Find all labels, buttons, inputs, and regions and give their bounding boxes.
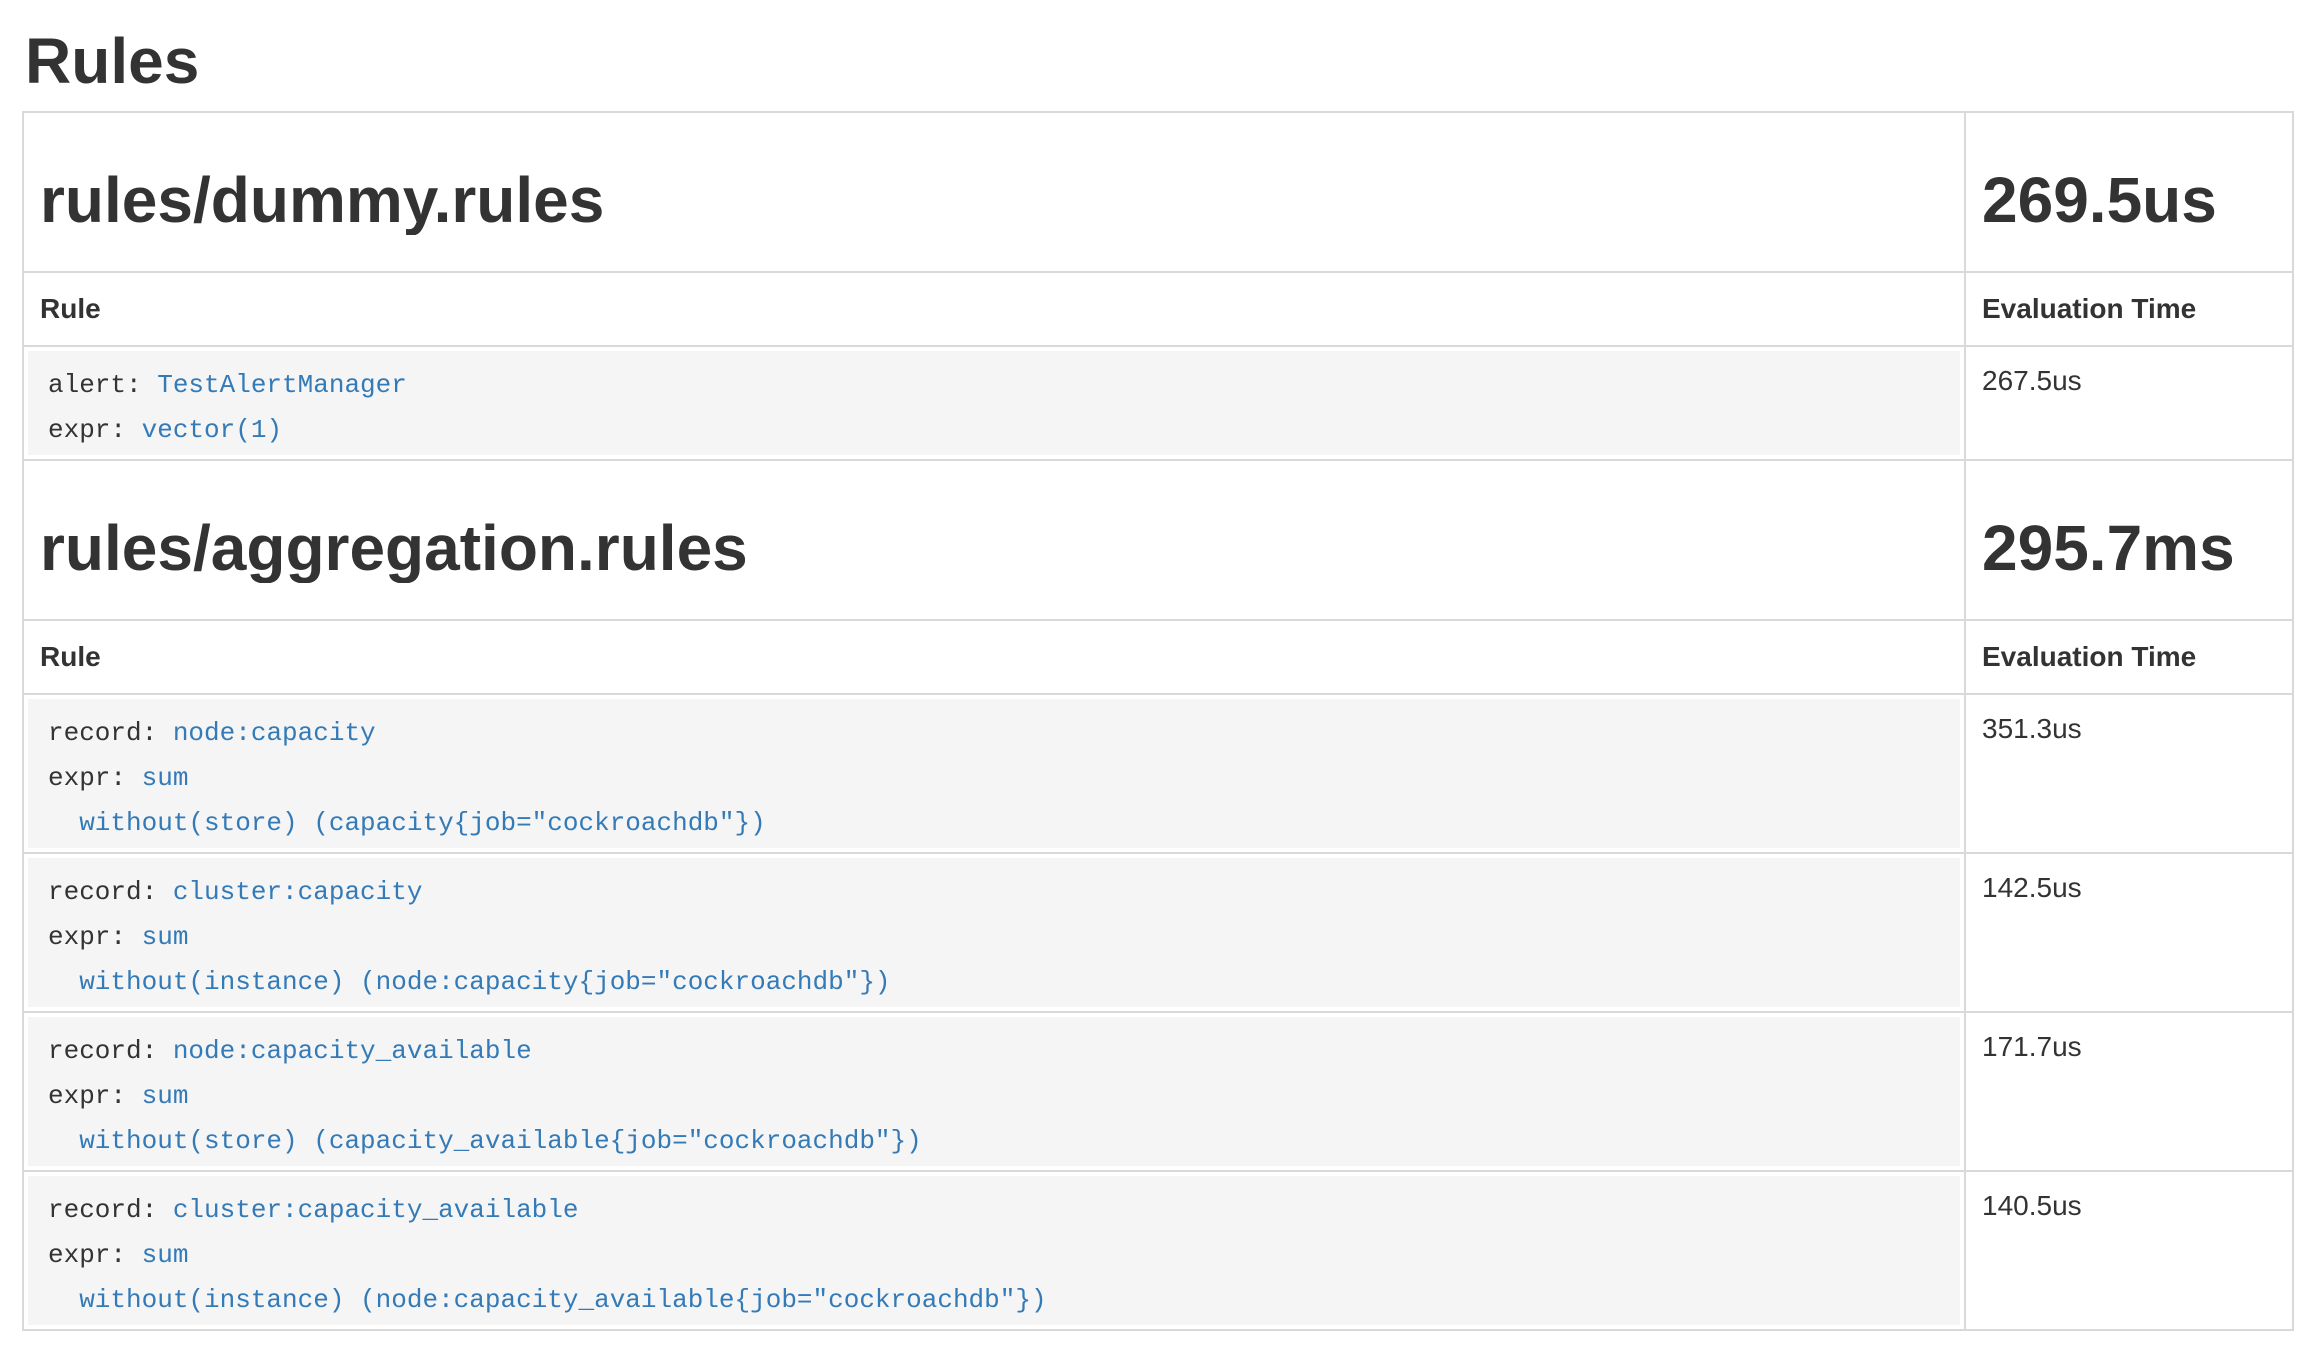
rule-link[interactable]: sum without(store) (capacity_available{j… [48, 1081, 922, 1156]
rule-keyword: record: [48, 877, 173, 907]
rule-link[interactable]: cluster:capacity [173, 877, 423, 907]
rule-link[interactable]: sum without(instance) (node:capacity{job… [48, 922, 891, 997]
evaluation-time-column-header-cell: Evaluation Time [1965, 620, 2293, 694]
rule-keyword: expr: [48, 1081, 142, 1111]
rule-keyword: expr: [48, 415, 142, 445]
group-name-cell: rules/dummy.rules [23, 112, 1965, 272]
rule-link[interactable]: vector(1) [142, 415, 282, 445]
rule-eval-time: 171.7us [1965, 1012, 2293, 1171]
rule-link[interactable]: sum without(store) (capacity{job="cockro… [48, 763, 766, 838]
rule-keyword: expr: [48, 763, 142, 793]
group-eval-time-heading: 295.7ms [1982, 513, 2276, 583]
page-title: Rules [25, 26, 2294, 96]
rule-keyword: expr: [48, 922, 142, 952]
rule-row: record: node:capacity expr: sum without(… [23, 694, 2293, 853]
rule-code: record: node:capacity_available expr: su… [28, 1017, 1960, 1166]
rule-cell: record: node:capacity_available expr: su… [23, 1012, 1965, 1171]
rules-table: rules/dummy.rules 269.5us Rule Evaluatio… [22, 111, 2294, 1331]
rule-cell: record: cluster:capacity expr: sum witho… [23, 853, 1965, 1012]
rule-link[interactable]: node:capacity_available [173, 1036, 532, 1066]
rule-row: record: cluster:capacity_available expr:… [23, 1171, 2293, 1330]
rule-column-header-cell: Rule [23, 272, 1965, 346]
rule-code: alert: TestAlertManager expr: vector(1) [28, 351, 1960, 455]
rule-cell: record: node:capacity expr: sum without(… [23, 694, 1965, 853]
rule-row: record: node:capacity_available expr: su… [23, 1012, 2293, 1171]
group-header-row: rules/dummy.rules 269.5us [23, 112, 2293, 272]
rule-row: record: cluster:capacity expr: sum witho… [23, 853, 2293, 1012]
rule-link[interactable]: sum without(instance) (node:capacity_ava… [48, 1240, 1047, 1315]
group-eval-time-heading: 269.5us [1982, 165, 2276, 235]
rule-keyword: expr: [48, 1240, 142, 1270]
rule-cell: alert: TestAlertManager expr: vector(1) [23, 346, 1965, 460]
rule-keyword: record: [48, 1195, 173, 1225]
rule-eval-time: 351.3us [1965, 694, 2293, 853]
rule-keyword: record: [48, 718, 173, 748]
group-name-cell: rules/aggregation.rules [23, 460, 1965, 620]
evaluation-time-column-header: Evaluation Time [1982, 641, 2196, 672]
columns-header-row: Rule Evaluation Time [23, 620, 2293, 694]
group-file-heading: rules/dummy.rules [40, 165, 1948, 235]
rules-page: Rules rules/dummy.rules 269.5us Rule Eva… [0, 26, 2316, 1331]
rule-eval-time: 267.5us [1965, 346, 2293, 460]
columns-header-row: Rule Evaluation Time [23, 272, 2293, 346]
rule-column-header: Rule [40, 293, 101, 324]
rule-eval-time: 142.5us [1965, 853, 2293, 1012]
rule-code: record: cluster:capacity_available expr:… [28, 1176, 1960, 1325]
rule-keyword: record: [48, 1036, 173, 1066]
rule-column-header: Rule [40, 641, 101, 672]
rule-link[interactable]: cluster:capacity_available [173, 1195, 579, 1225]
rule-code: record: node:capacity expr: sum without(… [28, 699, 1960, 848]
rule-eval-time: 140.5us [1965, 1171, 2293, 1330]
group-file-heading: rules/aggregation.rules [40, 513, 1948, 583]
group-time-cell: 269.5us [1965, 112, 2293, 272]
evaluation-time-column-header: Evaluation Time [1982, 293, 2196, 324]
rule-column-header-cell: Rule [23, 620, 1965, 694]
rule-code: record: cluster:capacity expr: sum witho… [28, 858, 1960, 1007]
rule-keyword: alert: [48, 370, 157, 400]
rule-link[interactable]: TestAlertManager [157, 370, 407, 400]
rule-link[interactable]: node:capacity [173, 718, 376, 748]
group-time-cell: 295.7ms [1965, 460, 2293, 620]
group-header-row: rules/aggregation.rules 295.7ms [23, 460, 2293, 620]
evaluation-time-column-header-cell: Evaluation Time [1965, 272, 2293, 346]
rule-row: alert: TestAlertManager expr: vector(1) … [23, 346, 2293, 460]
rule-cell: record: cluster:capacity_available expr:… [23, 1171, 1965, 1330]
